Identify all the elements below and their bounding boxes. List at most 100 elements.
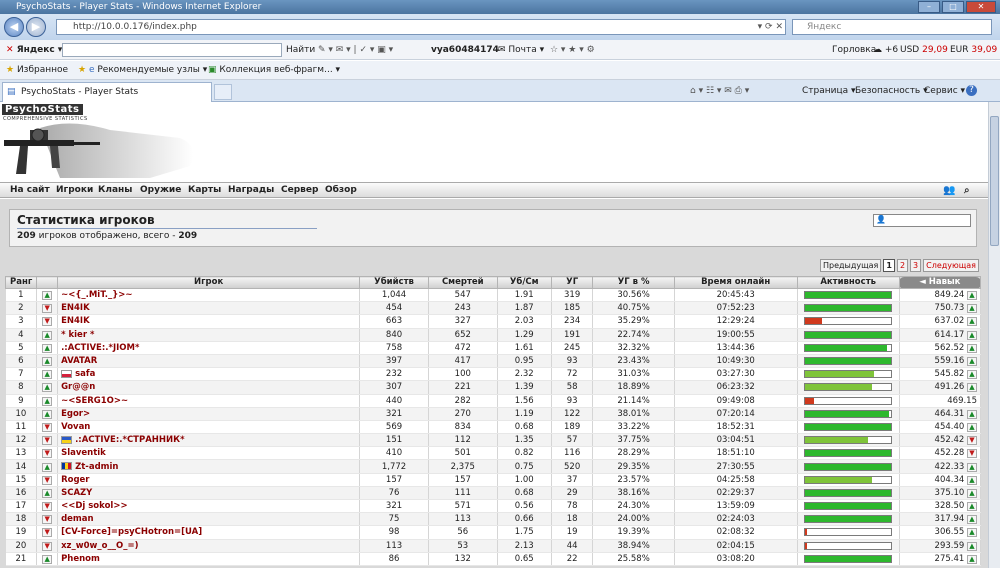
player-name-link[interactable]: Zt-admin bbox=[57, 459, 361, 474]
col-player[interactable]: Игрок bbox=[57, 276, 361, 289]
maximize-button[interactable]: □ bbox=[942, 1, 964, 13]
security-menu[interactable]: Безопасность ▾ bbox=[855, 80, 928, 102]
table-row[interactable]: 13 ▼ Slaventik 410 501 0.82 116 28.29% 18:51:10 4… bbox=[5, 446, 982, 461]
scrollbar-thumb[interactable] bbox=[990, 116, 999, 246]
yandex-brand[interactable]: ✕ Яндекс ▾ bbox=[6, 40, 62, 60]
player-name-link[interactable]: Roger bbox=[57, 473, 361, 487]
col-activity[interactable]: Активность bbox=[796, 276, 900, 289]
new-tab-button[interactable] bbox=[214, 84, 232, 100]
table-row[interactable]: 20 ▼ xz_w0w_o__O_=) 113 53 2.13 44 38.94% 02:04:… bbox=[5, 539, 982, 553]
nav-awards[interactable]: Награды bbox=[228, 183, 274, 198]
yandex-user[interactable]: vya60484174 bbox=[431, 40, 499, 60]
player-name-link[interactable]: Vovan bbox=[57, 420, 361, 435]
player-name-link[interactable]: safa bbox=[57, 367, 361, 382]
page-2[interactable]: 2 bbox=[896, 259, 909, 272]
col-online[interactable]: Время онлайн bbox=[673, 276, 798, 289]
toolbar-icons[interactable]: ✎ ▾ ✉ ▾ | ✓ ▾ ▣ ▾ bbox=[318, 40, 393, 60]
nav-overview[interactable]: Обзор bbox=[325, 183, 357, 198]
tab-player-stats[interactable]: ▤ PsychoStats - Player Stats bbox=[2, 82, 212, 102]
nav-weapons[interactable]: Оружие bbox=[140, 183, 181, 198]
player-name-link[interactable]: AVATAR bbox=[57, 354, 361, 369]
page-1[interactable]: 1 bbox=[883, 259, 895, 272]
address-controls[interactable]: ▾ ⟳ ✕ bbox=[758, 20, 783, 34]
table-row[interactable]: 19 ▼ [CV-Force]=psyCHotron=[UA] 98 56 1.75 19 1… bbox=[5, 525, 982, 540]
player-name-link[interactable]: ~<SERG1O>~ bbox=[57, 394, 361, 408]
weather-city[interactable]: Горловка bbox=[832, 40, 876, 60]
table-row[interactable]: 18 ▼ deman 75 113 0.66 18 24.00% 02:24:03 317.94 … bbox=[5, 512, 982, 527]
close-toolbar-icon[interactable]: ✕ bbox=[6, 45, 14, 55]
table-row[interactable]: 9 ▲ ~<SERG1O>~ 440 282 1.56 93 21.14% 09:49:08 46… bbox=[5, 394, 982, 408]
col-kd[interactable]: Уб/См bbox=[496, 276, 552, 289]
login-icon[interactable]: 👥 bbox=[943, 183, 955, 198]
nav-players[interactable]: Игроки bbox=[56, 183, 93, 198]
col-hsp[interactable]: УГ в % bbox=[592, 276, 675, 289]
yandex-search-input[interactable] bbox=[62, 43, 282, 57]
player-name-link[interactable]: Egor> bbox=[57, 407, 361, 421]
yandex-find-button[interactable]: Найти bbox=[286, 40, 315, 60]
forward-button[interactable]: ▶ bbox=[26, 17, 46, 37]
player-name-link[interactable]: ~<{_.MiT._}>~ bbox=[57, 288, 361, 303]
favorites-button[interactable]: ★ Избранное bbox=[6, 61, 68, 80]
help-icon[interactable]: ? bbox=[966, 85, 977, 96]
player-name-link[interactable]: Phenom bbox=[57, 552, 361, 566]
nav-maps[interactable]: Карты bbox=[188, 183, 221, 198]
player-name-link[interactable]: deman bbox=[57, 512, 361, 527]
star-icon[interactable]: ☆ ▾ ★ ▾ ⚙ bbox=[550, 40, 595, 60]
trend-down-icon: ▼ bbox=[42, 436, 53, 446]
page-3[interactable]: 3 bbox=[910, 259, 922, 272]
table-row[interactable]: 6 ▲ AVATAR 397 417 0.95 93 23.43% 10:49:30 559.16… bbox=[5, 354, 982, 369]
table-row[interactable]: 1 ▲ ~<{_.MiT._}>~ 1,044 547 1.91 319 30.56% 20:4… bbox=[5, 288, 982, 303]
table-row[interactable]: 15 ▼ Roger 157 157 1.00 37 23.57% 04:25:58 404.34… bbox=[5, 473, 982, 487]
player-name-link[interactable]: .:ACTIVE:.*СТРАННИК* bbox=[57, 433, 361, 448]
player-name-link[interactable]: <<Dj sokol>> bbox=[57, 499, 361, 514]
web-slice-gallery[interactable]: ▣ Коллекция веб-фрагм... ▾ bbox=[208, 61, 340, 80]
player-name-link[interactable]: EN4IK bbox=[57, 314, 361, 329]
table-row[interactable]: 12 ▼ .:ACTIVE:.*СТРАННИК* 151 112 1.35 57 37.75… bbox=[5, 433, 982, 448]
page-menu[interactable]: Страница ▾ bbox=[802, 80, 856, 102]
table-row[interactable]: 5 ▲ .:ACTIVE:.*JIOM* 758 472 1.61 245 32.32% 13:… bbox=[5, 341, 982, 355]
nav-clans[interactable]: Кланы bbox=[98, 183, 132, 198]
col-deaths[interactable]: Смертей bbox=[427, 276, 498, 289]
table-row[interactable]: 2 ▼ EN4IK 454 243 1.87 185 40.75% 07:52:23 750.73… bbox=[5, 301, 982, 316]
player-search-input[interactable]: 👤 bbox=[873, 214, 971, 227]
search-icon[interactable]: ⌕ bbox=[964, 183, 970, 198]
tools-menu[interactable]: Сервис ▾ bbox=[924, 80, 965, 102]
player-name-link[interactable]: xz_w0w_o__O_=) bbox=[57, 539, 361, 553]
back-button[interactable]: ◀ bbox=[4, 17, 24, 37]
close-window-button[interactable]: ✕ bbox=[966, 1, 996, 13]
mail-link[interactable]: ✉ Почта ▾ bbox=[498, 40, 544, 60]
player-name-link[interactable]: [CV-Force]=psyCHotron=[UA] bbox=[57, 525, 361, 540]
minimize-button[interactable]: – bbox=[918, 1, 940, 13]
player-name-link[interactable]: EN4IK bbox=[57, 301, 361, 316]
table-row[interactable]: 16 ▲ SCAZY 76 111 0.68 29 38.16% 02:29:37 375.10 … bbox=[5, 486, 982, 501]
player-name-link[interactable]: Gr@@n bbox=[57, 380, 361, 395]
prev-page-button[interactable]: Предыдущая bbox=[819, 259, 882, 272]
table-row[interactable]: 11 ▼ Vovan 569 834 0.68 189 33.22% 18:52:31 454.4… bbox=[5, 420, 982, 435]
search-input[interactable]: Яндекс bbox=[792, 19, 992, 35]
nav-home[interactable]: На сайт bbox=[10, 183, 50, 198]
address-bar[interactable]: http://10.0.0.176/index.php ▾ ⟳ ✕ bbox=[56, 19, 786, 35]
site-logo[interactable]: PsychoStats bbox=[2, 104, 83, 115]
table-row[interactable]: 8 ▲ Gr@@n 307 221 1.39 58 18.89% 06:23:32 491.26 … bbox=[5, 380, 982, 395]
player-name-link[interactable]: * kier * bbox=[57, 328, 361, 342]
table-row[interactable]: 4 ▲ * kier * 840 652 1.29 191 22.74% 19:00:55 614… bbox=[5, 328, 982, 342]
col-skill[interactable]: ◄ Навык bbox=[898, 276, 982, 289]
skill-cell: 562.52 ▲ bbox=[899, 341, 982, 355]
table-row[interactable]: 10 ▲ Egor> 321 270 1.19 122 38.01% 07:20:14 464.3… bbox=[5, 407, 982, 421]
table-row[interactable]: 21 ▲ Phenom 86 132 0.65 22 25.58% 03:08:20 275.41… bbox=[5, 552, 982, 566]
recommended-sites[interactable]: ★ e Рекомендуемые узлы ▾ bbox=[78, 61, 207, 80]
player-name-link[interactable]: SCAZY bbox=[57, 486, 361, 501]
table-row[interactable]: 7 ▲ safa 232 100 2.32 72 31.03% 03:27:30 545.82 ▲ bbox=[5, 367, 982, 382]
player-name-link[interactable]: Slaventik bbox=[57, 446, 361, 461]
vertical-scrollbar[interactable] bbox=[988, 102, 1000, 568]
table-row[interactable]: 3 ▼ EN4IK 663 327 2.03 234 35.29% 12:29:24 637.02… bbox=[5, 314, 982, 329]
home-feeds-print-icons[interactable]: ⌂ ▾ ☷ ▾ ✉ ⎙ ▾ bbox=[690, 80, 749, 102]
next-page-button[interactable]: Следующая bbox=[923, 259, 979, 272]
col-kills[interactable]: Убийств bbox=[359, 276, 429, 289]
table-row[interactable]: 14 ▲ Zt-admin 1,772 2,375 0.75 520 29.35% 27:30:… bbox=[5, 459, 982, 474]
player-name-link[interactable]: .:ACTIVE:.*JIOM* bbox=[57, 341, 361, 355]
nav-server[interactable]: Сервер bbox=[281, 183, 318, 198]
col-rank[interactable]: Ранг bbox=[4, 276, 38, 289]
col-hs[interactable]: УГ bbox=[550, 276, 594, 289]
table-row[interactable]: 17 ▼ <<Dj sokol>> 321 571 0.56 78 24.30% 13:59:0… bbox=[5, 499, 982, 514]
